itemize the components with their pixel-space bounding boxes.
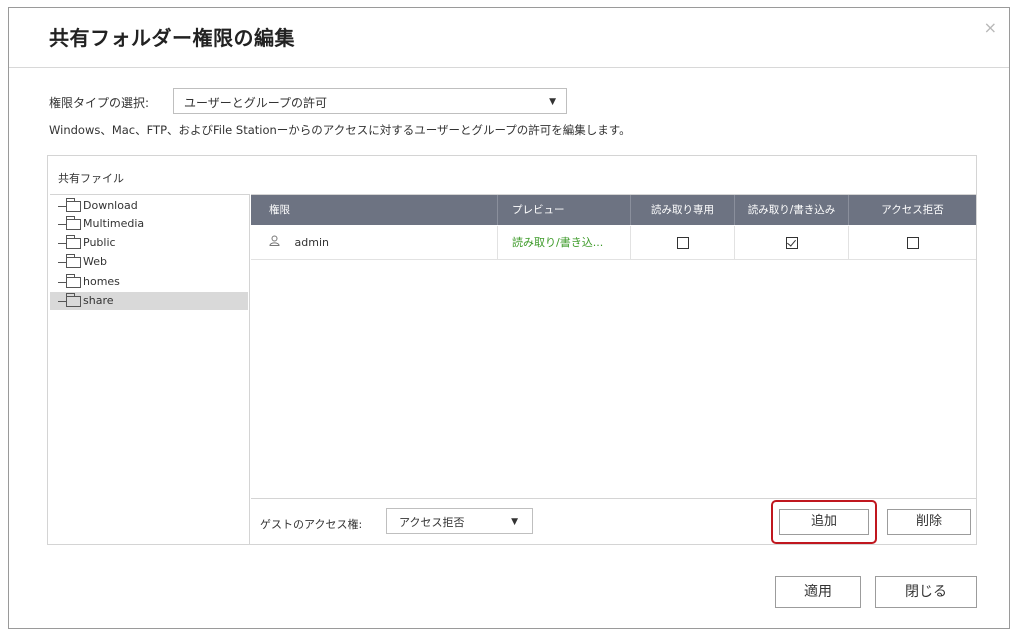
folder-label: Download xyxy=(83,199,138,212)
add-button[interactable]: 追加 xyxy=(779,509,869,535)
close-button[interactable]: 閉じる xyxy=(875,576,977,608)
folder-tree: Download Multimedia Public Web homes sha… xyxy=(50,194,250,544)
chevron-down-icon: ▼ xyxy=(549,97,556,107)
column-header-read-write[interactable]: 読み取り/書き込み xyxy=(735,195,849,225)
tree-connector xyxy=(58,261,66,263)
column-header-read-only[interactable]: 読み取り専用 xyxy=(631,195,735,225)
column-header-deny[interactable]: アクセス拒否 xyxy=(849,195,976,225)
guest-access-select[interactable]: アクセス拒否 ▼ xyxy=(386,508,533,534)
dialog-title: 共有フォルダー権限の編集 xyxy=(49,26,295,50)
tree-item-share[interactable]: share xyxy=(50,292,248,310)
permission-type-value: ユーザーとグループの許可 xyxy=(184,96,328,110)
edit-share-permissions-dialog: 共有フォルダー権限の編集 × 権限タイプの選択: ユーザーとグループの許可 ▼ … xyxy=(8,7,1010,629)
folder-label: homes xyxy=(83,275,120,288)
deny-checkbox[interactable] xyxy=(906,237,919,249)
preview-cell: 読み取り/書き込... xyxy=(498,226,631,259)
tree-connector xyxy=(58,205,66,207)
table-header: 権限 プレビュー 読み取り専用 読み取り/書き込み アクセス拒否 xyxy=(251,195,976,225)
folder-label: Web xyxy=(83,255,107,268)
title-divider xyxy=(9,67,1009,68)
chevron-down-icon: ▼ xyxy=(511,517,518,527)
permission-type-select[interactable]: ユーザーとグループの許可 ▼ xyxy=(173,88,567,114)
apply-button[interactable]: 適用 xyxy=(775,576,861,608)
user-cell: admin xyxy=(251,226,498,259)
folder-icon xyxy=(66,292,81,307)
tree-item-homes[interactable]: homes xyxy=(58,273,120,291)
tree-item-web[interactable]: Web xyxy=(58,253,107,271)
deny-cell xyxy=(849,226,976,259)
description-text: Windows、Mac、FTP、およびFile Stationーからのアクセスに… xyxy=(49,123,631,137)
read-write-cell xyxy=(735,226,849,259)
table-row[interactable]: admin 読み取り/書き込... xyxy=(251,226,976,260)
read-only-cell xyxy=(631,226,735,259)
tree-item-public[interactable]: Public xyxy=(58,234,116,252)
permission-type-label: 権限タイプの選択: xyxy=(49,96,150,110)
guest-access-value: アクセス拒否 xyxy=(399,516,465,529)
read-write-checkbox[interactable] xyxy=(785,237,798,249)
tree-item-multimedia[interactable]: Multimedia xyxy=(58,215,144,233)
delete-button[interactable]: 削除 xyxy=(887,509,971,535)
tree-connector xyxy=(58,242,66,244)
folder-icon xyxy=(66,215,81,230)
guest-access-label: ゲストのアクセス権: xyxy=(260,518,363,531)
user-icon xyxy=(269,226,281,259)
folder-icon xyxy=(66,253,81,268)
close-icon[interactable]: × xyxy=(984,18,997,37)
user-name: admin xyxy=(294,236,329,249)
permissions-panel: 共有ファイル Download Multimedia Public Web ho… xyxy=(47,155,977,545)
read-only-checkbox[interactable] xyxy=(676,237,689,249)
folder-icon xyxy=(66,234,81,249)
column-header-permission[interactable]: 権限 xyxy=(251,195,498,225)
tree-connector xyxy=(58,223,66,225)
column-header-preview[interactable]: プレビュー xyxy=(498,195,631,225)
tree-connector xyxy=(58,300,66,302)
folder-icon xyxy=(66,273,81,288)
folder-label: share xyxy=(83,294,114,307)
folder-label: Public xyxy=(83,236,116,249)
shared-files-header: 共有ファイル xyxy=(58,172,124,185)
table-footer: ゲストのアクセス権: アクセス拒否 ▼ 追加 削除 xyxy=(251,498,976,545)
permissions-table: 権限 プレビュー 読み取り専用 読み取り/書き込み アクセス拒否 admin 読 xyxy=(251,194,976,495)
tree-item-download[interactable]: Download xyxy=(58,197,138,215)
folder-icon xyxy=(66,197,81,212)
folder-label: Multimedia xyxy=(83,217,145,230)
tree-connector xyxy=(58,281,66,283)
